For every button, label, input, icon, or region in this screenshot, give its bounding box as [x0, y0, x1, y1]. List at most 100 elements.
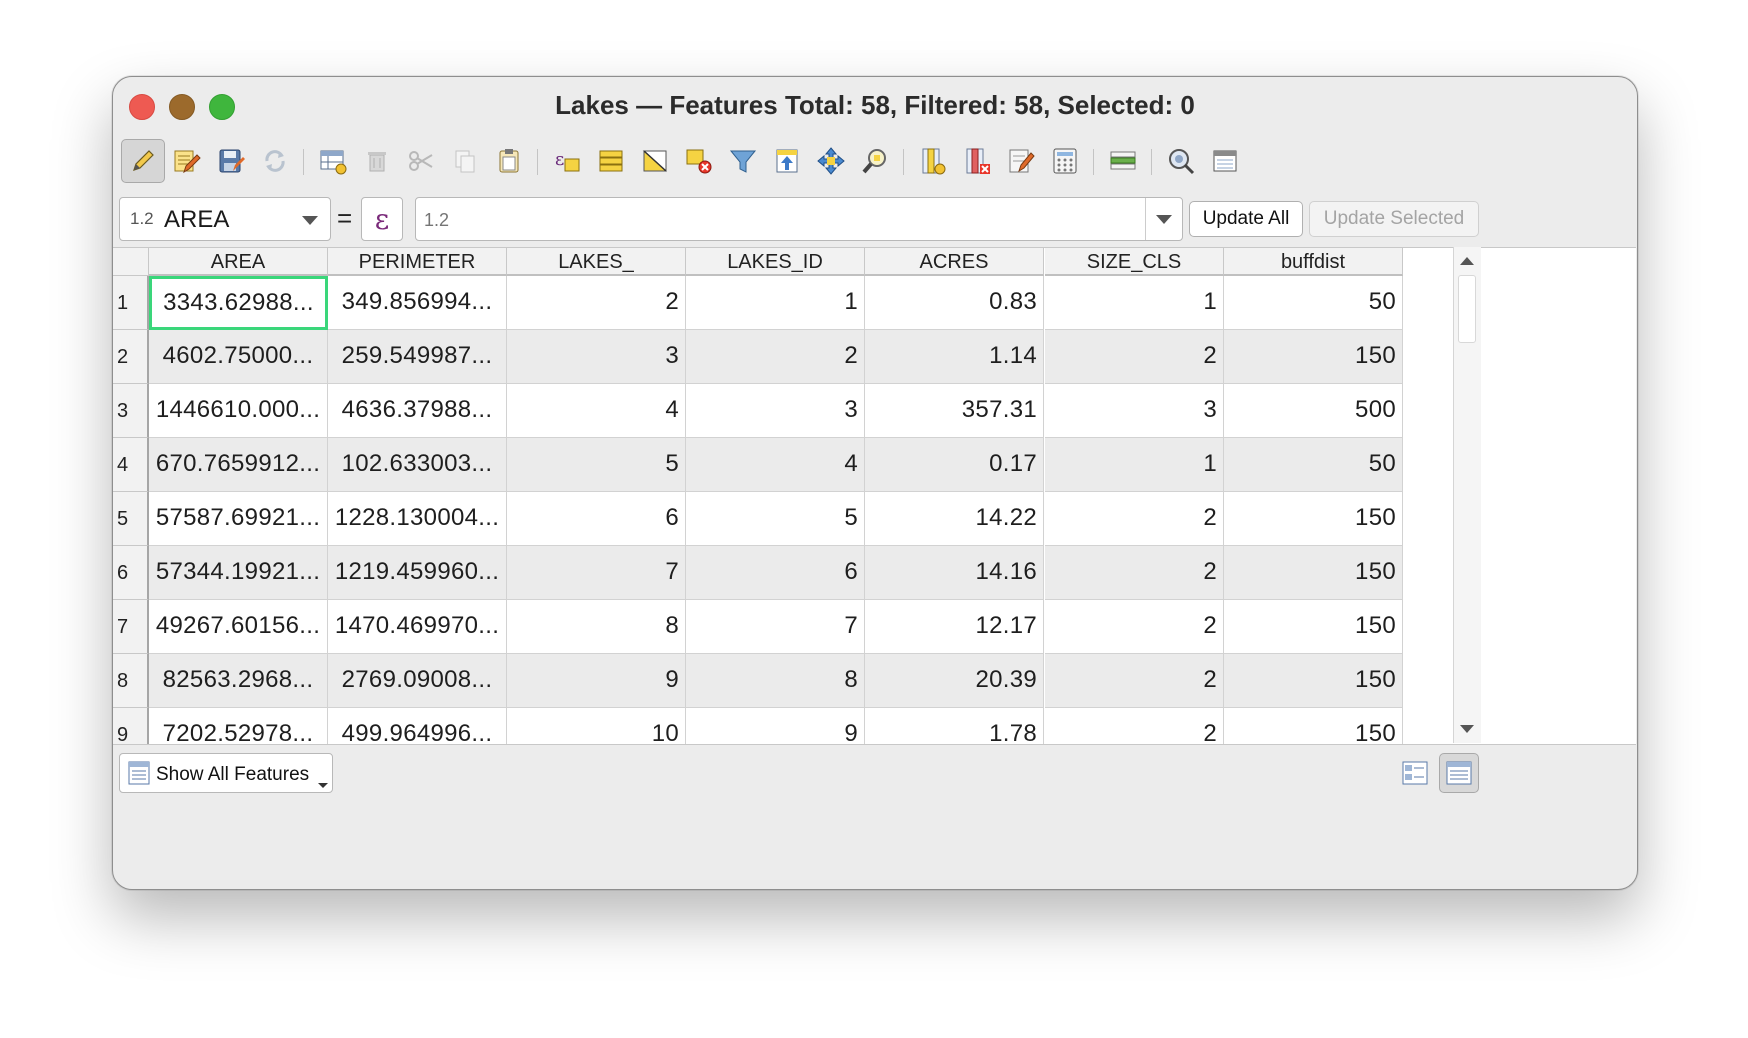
table-cell[interactable]: 150	[1224, 330, 1403, 384]
field-select-dropdown[interactable]: 1.2 AREA	[119, 197, 331, 241]
table-cell[interactable]: 1.78	[865, 708, 1044, 744]
delete-selected-button[interactable]	[355, 139, 399, 183]
table-cell[interactable]: 4	[686, 438, 865, 492]
expression-builder-button[interactable]: ε	[361, 197, 403, 241]
scrollbar-thumb[interactable]	[1458, 275, 1476, 343]
copy-button[interactable]	[443, 139, 487, 183]
table-cell[interactable]: 150	[1224, 600, 1403, 654]
table-cell[interactable]: 102.633003...	[328, 438, 507, 492]
new-field-button[interactable]	[911, 139, 955, 183]
row-header[interactable]: 8	[113, 654, 149, 708]
table-cell[interactable]: 10	[507, 708, 686, 744]
row-header[interactable]: 5	[113, 492, 149, 546]
conditional-formatting-button[interactable]	[1101, 139, 1145, 183]
table-cell[interactable]: 4602.75000...	[149, 330, 328, 384]
column-header-perimeter[interactable]: PERIMETER	[328, 248, 507, 276]
table-cell[interactable]: 4636.37988...	[328, 384, 507, 438]
column-header-lakes-id[interactable]: LAKES_ID	[686, 248, 865, 276]
save-edits-button[interactable]	[209, 139, 253, 183]
paste-button[interactable]	[487, 139, 531, 183]
update-all-button[interactable]: Update All	[1189, 201, 1303, 237]
pan-to-selected-button[interactable]	[809, 139, 853, 183]
table-cell[interactable]: 150	[1224, 546, 1403, 600]
table-cell[interactable]: 2	[686, 330, 865, 384]
multi-edit-button[interactable]	[165, 139, 209, 183]
form-view-button[interactable]	[1395, 753, 1435, 793]
table-cell[interactable]: 6	[507, 492, 686, 546]
dock-window-button[interactable]	[1203, 139, 1247, 183]
table-cell[interactable]: 2	[1045, 654, 1224, 708]
table-cell[interactable]: 14.22	[865, 492, 1044, 546]
table-cell[interactable]: 0.83	[865, 276, 1044, 330]
table-cell[interactable]: 5	[507, 438, 686, 492]
row-header[interactable]: 1	[113, 276, 149, 330]
organize-columns-button[interactable]	[999, 139, 1043, 183]
table-cell[interactable]: 500	[1224, 384, 1403, 438]
table-cell[interactable]: 9	[686, 708, 865, 744]
table-cell[interactable]: 150	[1224, 492, 1403, 546]
row-header[interactable]: 9	[113, 708, 149, 744]
table-cell[interactable]: 82563.2968...	[149, 654, 328, 708]
scroll-up-icon[interactable]	[1460, 257, 1474, 265]
table-cell[interactable]: 14.16	[865, 546, 1044, 600]
select-all-button[interactable]	[589, 139, 633, 183]
column-header-buffdist[interactable]: buffdist	[1224, 248, 1403, 276]
table-cell[interactable]: 150	[1224, 708, 1403, 744]
toggle-editing-button[interactable]	[121, 139, 165, 183]
add-feature-button[interactable]	[311, 139, 355, 183]
vertical-scrollbar[interactable]	[1453, 247, 1481, 743]
table-cell[interactable]: 0.17	[865, 438, 1044, 492]
table-cell[interactable]: 2	[1045, 708, 1224, 744]
cut-button[interactable]	[399, 139, 443, 183]
table-cell[interactable]: 49267.60156...	[149, 600, 328, 654]
delete-field-button[interactable]	[955, 139, 999, 183]
table-cell[interactable]: 1	[1045, 276, 1224, 330]
table-cell[interactable]: 2	[1045, 330, 1224, 384]
table-cell[interactable]: 1	[1045, 438, 1224, 492]
value-expression-input[interactable]	[422, 206, 1146, 234]
table-cell[interactable]: 6	[686, 546, 865, 600]
table-cell[interactable]: 9	[507, 654, 686, 708]
table-cell[interactable]: 57344.19921...	[149, 546, 328, 600]
column-header-lakes[interactable]: LAKES_	[507, 248, 686, 276]
invert-selection-button[interactable]	[633, 139, 677, 183]
show-all-features-button[interactable]: Show All Features	[119, 753, 333, 793]
table-cell[interactable]: 2	[1045, 492, 1224, 546]
reload-button[interactable]	[253, 139, 297, 183]
table-cell[interactable]: 3343.62988...	[149, 276, 328, 330]
table-cell[interactable]: 1228.130004...	[328, 492, 507, 546]
table-cell[interactable]: 7	[686, 600, 865, 654]
table-cell[interactable]: 50	[1224, 438, 1403, 492]
row-header[interactable]: 6	[113, 546, 149, 600]
table-cell[interactable]: 4	[507, 384, 686, 438]
table-cell[interactable]: 1219.459960...	[328, 546, 507, 600]
table-cell[interactable]: 1470.469970...	[328, 600, 507, 654]
table-cell[interactable]: 150	[1224, 654, 1403, 708]
filter-form-button[interactable]	[721, 139, 765, 183]
select-by-expression-button[interactable]: ε	[545, 139, 589, 183]
table-cell[interactable]: 3	[686, 384, 865, 438]
value-expression-field[interactable]	[415, 197, 1183, 241]
table-cell[interactable]: 8	[686, 654, 865, 708]
table-view-button[interactable]	[1439, 753, 1479, 793]
table-cell[interactable]: 259.549987...	[328, 330, 507, 384]
actions-button[interactable]	[1159, 139, 1203, 183]
table-cell[interactable]: 2769.09008...	[328, 654, 507, 708]
table-cell[interactable]: 1.14	[865, 330, 1044, 384]
value-expression-dropdown[interactable]	[1145, 198, 1182, 240]
table-cell[interactable]: 499.964996...	[328, 708, 507, 744]
column-header-size-cls[interactable]: SIZE_CLS	[1045, 248, 1224, 276]
zoom-to-selected-button[interactable]	[853, 139, 897, 183]
table-cell[interactable]: 7	[507, 546, 686, 600]
row-header[interactable]: 3	[113, 384, 149, 438]
table-cell[interactable]: 57587.69921...	[149, 492, 328, 546]
column-header-area[interactable]: AREA	[149, 248, 328, 276]
table-cell[interactable]: 670.7659912...	[149, 438, 328, 492]
table-cell[interactable]: 5	[686, 492, 865, 546]
table-cell[interactable]: 7202.52978...	[149, 708, 328, 744]
row-header[interactable]: 4	[113, 438, 149, 492]
table-cell[interactable]: 12.17	[865, 600, 1044, 654]
table-cell[interactable]: 2	[1045, 600, 1224, 654]
table-cell[interactable]: 357.31	[865, 384, 1044, 438]
row-header[interactable]: 7	[113, 600, 149, 654]
